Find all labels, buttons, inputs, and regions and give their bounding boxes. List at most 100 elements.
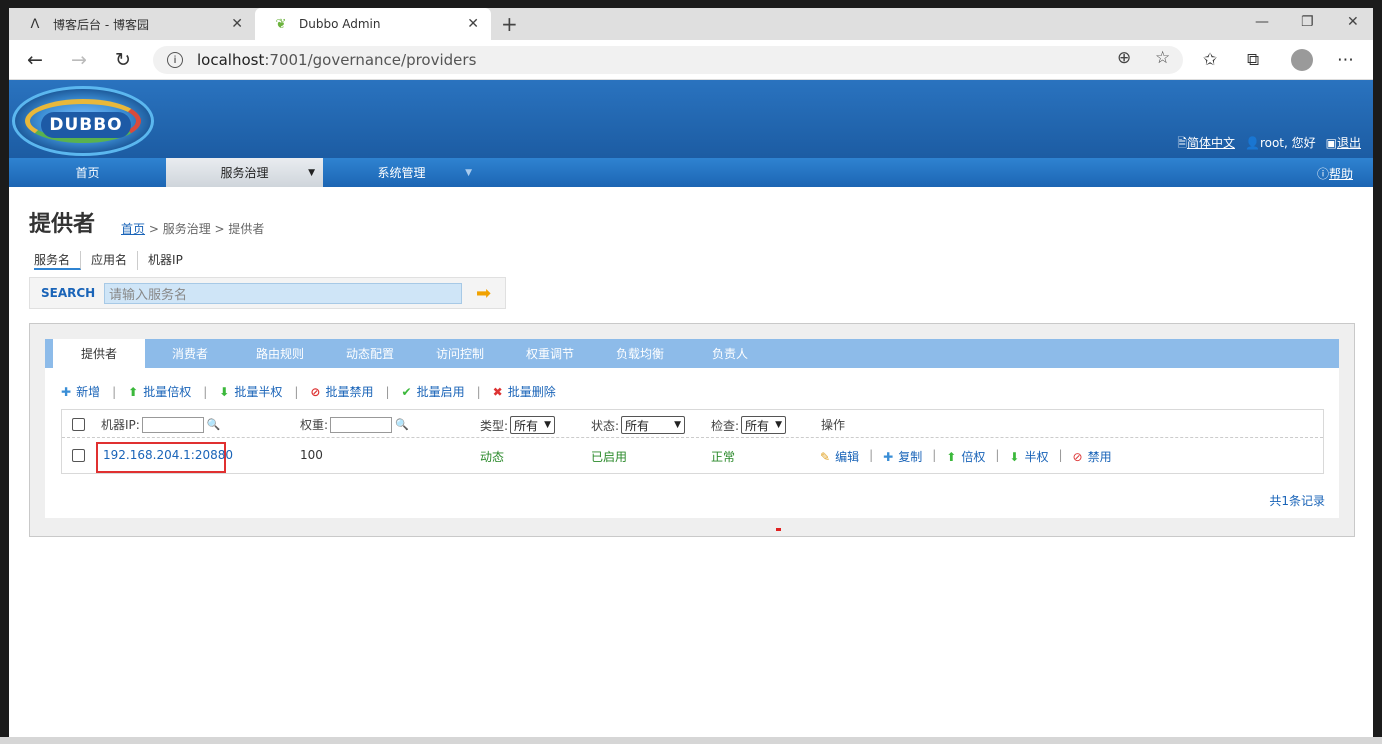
- caret-down-icon: ▼: [465, 167, 472, 178]
- half-weight-button[interactable]: ⬇ 半权: [1009, 448, 1048, 465]
- tab-title: Dubbo Admin: [299, 17, 381, 31]
- user-label: root, 您好: [1259, 136, 1316, 150]
- caret-down-icon: ▼: [308, 167, 315, 178]
- add-button[interactable]: ✚ 新增: [61, 383, 100, 400]
- status-select[interactable]: 所有 ▼: [621, 416, 686, 434]
- header-label: 权重:: [300, 418, 329, 432]
- edit-button[interactable]: ✎ 编辑: [820, 448, 859, 465]
- nav-label: 首页: [75, 166, 100, 180]
- search-input[interactable]: 请输入服务名: [104, 283, 462, 304]
- taskbar-strip: [0, 737, 1382, 744]
- minimize-icon[interactable]: —: [1255, 14, 1269, 30]
- disable-button[interactable]: ⊘ 禁用: [1073, 448, 1112, 465]
- close-tab-icon[interactable]: ✕: [231, 16, 243, 32]
- favorites-icon[interactable]: ✩: [1203, 50, 1217, 70]
- logout-link[interactable]: ▣退出: [1326, 134, 1361, 155]
- red-marker: [776, 528, 781, 531]
- nav-item-governance[interactable]: 服务治理 ▼: [166, 158, 323, 187]
- check-icon: ✔: [401, 384, 412, 399]
- tab-owners[interactable]: 负责人: [685, 339, 775, 368]
- double-weight-button[interactable]: ⬆ 倍权: [946, 448, 985, 465]
- browser-window: ᐱ 博客后台 - 博客园 ✕ ❦ Dubbo Admin ✕ + — ❐ ✕ ←…: [9, 8, 1373, 744]
- table-header: 机器IP: 🔍 权重: 🔍 类型: 所有 ▼ 状态: 所有 ▼ 检查: 所有 ▼…: [62, 410, 1323, 438]
- provider-ip-link[interactable]: 192.168.204.1:20880: [103, 448, 233, 462]
- nav-item-system[interactable]: 系统管理 ▼: [323, 158, 480, 187]
- browser-tab-dubbo[interactable]: ❦ Dubbo Admin ✕: [255, 8, 491, 40]
- help-label[interactable]: 帮助: [1329, 167, 1353, 181]
- maximize-icon[interactable]: ❐: [1301, 14, 1314, 30]
- tab-providers[interactable]: 提供者: [53, 339, 145, 368]
- separator: |: [995, 448, 1000, 462]
- refresh-icon[interactable]: ↻: [115, 49, 131, 71]
- x-icon: ✖: [492, 384, 503, 399]
- plus-icon: ✚: [883, 450, 894, 464]
- search-type-tabs: 服务名 应用名 机器IP: [34, 251, 193, 270]
- logout-label[interactable]: 退出: [1337, 136, 1361, 150]
- nav-item-home[interactable]: 首页: [9, 158, 166, 187]
- star-icon[interactable]: ☆: [1155, 48, 1170, 68]
- browser-tab-cnblogs[interactable]: ᐱ 博客后台 - 博客园 ✕: [9, 8, 255, 40]
- header-label: 机器IP:: [101, 418, 140, 432]
- language-link[interactable]: 🗎简体中文: [1177, 134, 1235, 155]
- copy-button[interactable]: ✚ 复制: [883, 448, 922, 465]
- header-links: 🗎简体中文 👤root, 您好 ▣退出: [1177, 134, 1361, 155]
- tab-overrides[interactable]: 动态配置: [325, 339, 415, 368]
- panel-tabs: 提供者 消费者 路由规则 动态配置 访问控制 权重调节 负载均衡 负责人: [45, 339, 1339, 368]
- close-tab-icon[interactable]: ✕: [467, 16, 479, 32]
- spring-leaf-icon: ❦: [275, 16, 287, 32]
- batch-disable-button[interactable]: ⊘ 批量禁用: [310, 383, 373, 400]
- new-tab-icon[interactable]: +: [501, 12, 518, 36]
- arrow-up-icon: ⬆: [946, 450, 957, 464]
- close-window-icon[interactable]: ✕: [1347, 14, 1359, 30]
- row-checkbox[interactable]: [72, 449, 85, 462]
- separator: |: [112, 384, 117, 399]
- language-label[interactable]: 简体中文: [1187, 136, 1235, 150]
- batch-delete-button[interactable]: ✖ 批量删除: [493, 383, 556, 400]
- profile-avatar[interactable]: [1291, 49, 1313, 71]
- search-icon[interactable]: 🔍: [395, 418, 409, 431]
- tab-weights[interactable]: 权重调节: [505, 339, 595, 368]
- help-link[interactable]: ⓘ帮助: [1317, 165, 1353, 182]
- type-select[interactable]: 所有 ▼: [510, 416, 555, 434]
- chevron-down-icon: ▼: [544, 420, 551, 430]
- separator: |: [385, 384, 390, 399]
- tab-access[interactable]: 访问控制: [415, 339, 505, 368]
- page-title: 提供者: [29, 212, 96, 237]
- more-icon[interactable]: ⋯: [1337, 50, 1354, 70]
- forward-icon[interactable]: →: [71, 49, 87, 71]
- batch-enable-button[interactable]: ✔ 批量启用: [402, 383, 465, 400]
- search-go-icon[interactable]: ➡: [476, 283, 491, 304]
- tab-loadbalance[interactable]: 负载均衡: [595, 339, 685, 368]
- main-nav: 首页 服务治理 ▼ 系统管理 ▼ ⓘ帮助: [9, 158, 1373, 187]
- action-label: 批量启用: [416, 385, 465, 399]
- arrow-down-icon: ⬇: [219, 384, 230, 399]
- tab-routes[interactable]: 路由规则: [235, 339, 325, 368]
- select-all-checkbox[interactable]: [72, 418, 85, 431]
- dubbo-logo: DUBBO: [12, 86, 154, 156]
- search-icon[interactable]: 🔍: [207, 418, 221, 431]
- batch-half-weight-button[interactable]: ⬇ 批量半权: [219, 383, 282, 400]
- info-icon[interactable]: i: [167, 52, 183, 68]
- url-field[interactable]: i localhost:7001/governance/providers: [153, 46, 1183, 74]
- ip-filter-input[interactable]: [141, 416, 204, 433]
- zoom-icon[interactable]: ⊕: [1117, 48, 1131, 68]
- total-count: 共1条记录: [1269, 494, 1325, 508]
- batch-actions: ✚ 新增 | ⬆ 批量倍权 | ⬇ 批量半权 | ⊘ 批量禁用 | ✔ 批量启用 | ✖ 批…: [61, 383, 556, 400]
- select-value: 所有: [745, 418, 770, 433]
- separator: |: [1058, 448, 1063, 462]
- check-select[interactable]: 所有 ▼: [741, 416, 786, 434]
- op-label: 禁用: [1087, 450, 1112, 464]
- search-type-app[interactable]: 应用名: [81, 251, 139, 270]
- header-status: 状态: 所有 ▼: [591, 416, 686, 434]
- search-label: SEARCH: [41, 286, 96, 300]
- weight-filter-input[interactable]: [330, 416, 393, 433]
- tab-consumers[interactable]: 消费者: [145, 339, 235, 368]
- back-icon[interactable]: ←: [27, 49, 43, 71]
- batch-double-weight-button[interactable]: ⬆ 批量倍权: [128, 383, 191, 400]
- search-type-service[interactable]: 服务名: [34, 251, 82, 270]
- table-row: 192.168.204.1:20880 100 动态 已启用 正常 ✎ 编辑 | …: [62, 438, 1323, 473]
- collections-icon[interactable]: ⧉: [1247, 50, 1259, 70]
- cnblogs-icon: ᐱ: [30, 16, 40, 32]
- search-type-ip[interactable]: 机器IP: [138, 251, 193, 270]
- breadcrumb-home[interactable]: 首页: [121, 222, 145, 236]
